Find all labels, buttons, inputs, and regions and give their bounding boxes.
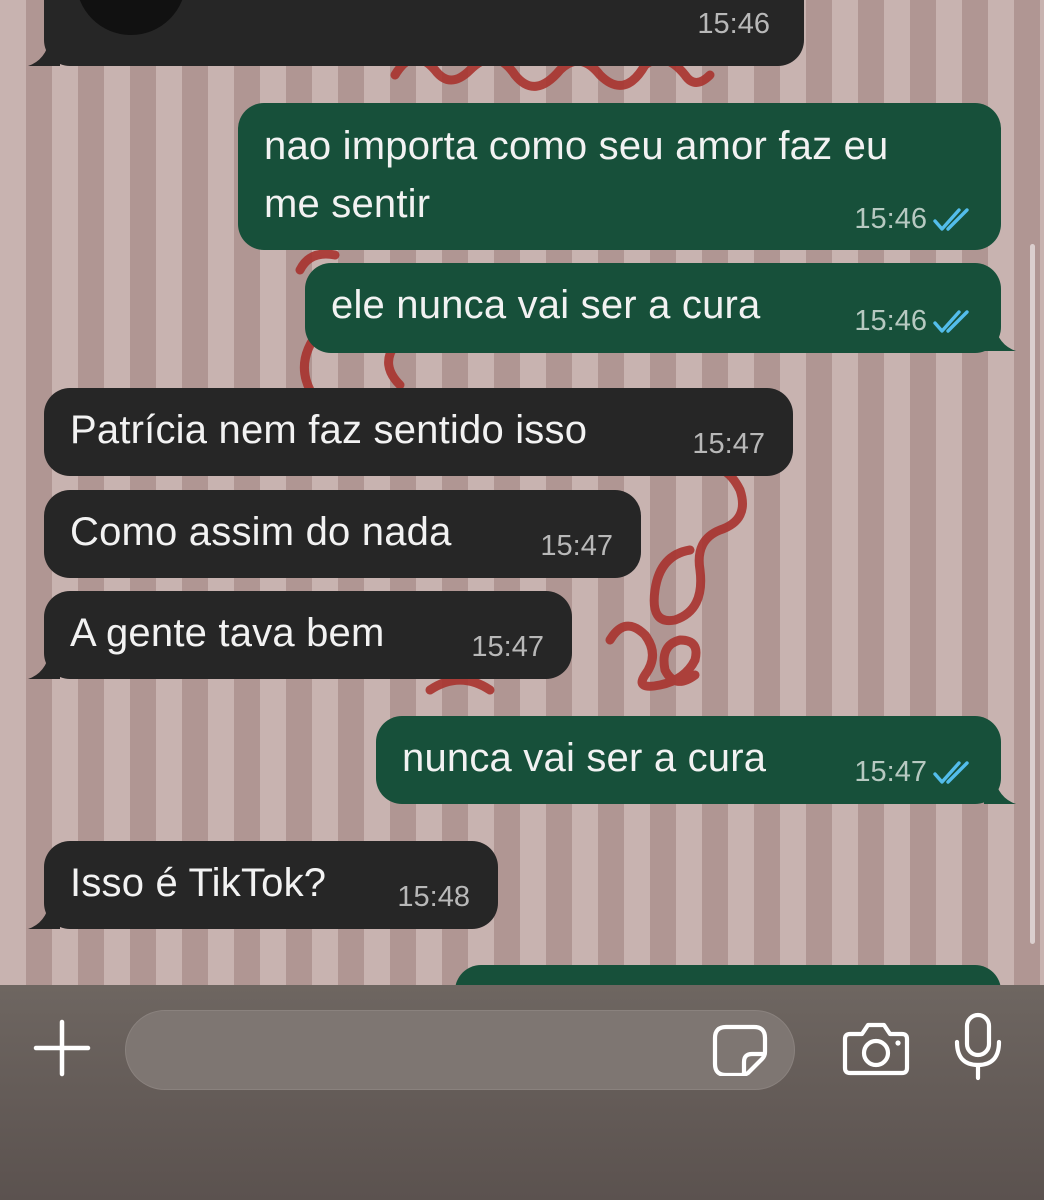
microphone-icon[interactable]	[952, 1012, 1004, 1082]
message-bubble-incoming[interactable]: Patrícia nem faz sentido isso 15:47	[44, 388, 793, 476]
message-time: 15:47	[692, 428, 765, 460]
bubble-tail	[28, 38, 60, 66]
message-input[interactable]	[125, 1010, 795, 1090]
message-text: A gente tava bem	[70, 611, 385, 655]
camera-icon[interactable]	[842, 1020, 910, 1076]
message-meta: 15:47	[692, 428, 765, 461]
read-receipt-icon	[933, 309, 969, 333]
bubble-tail	[28, 901, 60, 929]
message-meta: 15:46	[854, 203, 975, 236]
bubble-tail	[28, 651, 60, 679]
message-time: 15:48	[397, 881, 470, 913]
message-bubble-incoming[interactable]: Como assim do nada 15:47	[44, 490, 641, 578]
message-time: 15:46	[697, 8, 770, 41]
sticker-icon[interactable]	[712, 1024, 768, 1076]
message-text: Toque para retornar	[220, 0, 522, 11]
message-time: 15:46	[854, 305, 927, 337]
message-meta: 15:47	[540, 530, 613, 563]
read-receipt-icon	[933, 760, 969, 784]
message-meta: 15:47	[471, 631, 544, 664]
message-bubble-incoming[interactable]: A gente tava bem 15:47	[44, 591, 572, 679]
message-bubble-outgoing[interactable]: nunca vai ser a cura 15:47	[376, 716, 1001, 804]
message-list[interactable]: Toque para retornar 15:46 nao importa co…	[0, 0, 1044, 985]
message-bubble-partial[interactable]: Toque para retornar 15:46	[44, 0, 804, 66]
message-meta: 15:48	[397, 881, 470, 914]
message-meta: 15:46	[854, 305, 975, 338]
message-text: Como assim do nada	[70, 510, 452, 554]
message-time: 15:47	[540, 530, 613, 562]
bubble-tail	[984, 323, 1016, 351]
read-receipt-icon	[933, 207, 969, 231]
message-time: 15:47	[854, 756, 927, 788]
message-text: nao importa como seu amor faz eu me sent…	[264, 117, 889, 233]
message-bubble-outgoing[interactable]: nao importa como seu amor faz eu me sent…	[238, 103, 1001, 250]
scrollbar[interactable]	[1030, 244, 1035, 944]
message-time: 15:47	[471, 631, 544, 663]
message-bubble-outgoing-partial[interactable]	[455, 965, 1001, 985]
message-bubble-incoming[interactable]: Isso é TikTok? 15:48	[44, 841, 498, 929]
message-time-label: 15:46	[697, 8, 770, 40]
plus-icon[interactable]	[32, 1018, 92, 1078]
bubble-tail	[984, 776, 1016, 804]
message-bubble-outgoing[interactable]: ele nunca vai ser a cura 15:46	[305, 263, 1001, 353]
message-meta: 15:47	[854, 756, 975, 789]
message-text: Patrícia nem faz sentido isso	[70, 408, 588, 452]
message-text-line: me sentir	[264, 182, 431, 226]
message-text-line: nao importa como seu amor faz eu	[264, 124, 889, 168]
avatar	[76, 0, 186, 35]
message-text: Isso é TikTok?	[70, 861, 327, 905]
message-time: 15:46	[854, 203, 927, 235]
message-text: ele nunca vai ser a cura	[331, 283, 761, 327]
message-text: nunca vai ser a cura	[402, 736, 767, 780]
